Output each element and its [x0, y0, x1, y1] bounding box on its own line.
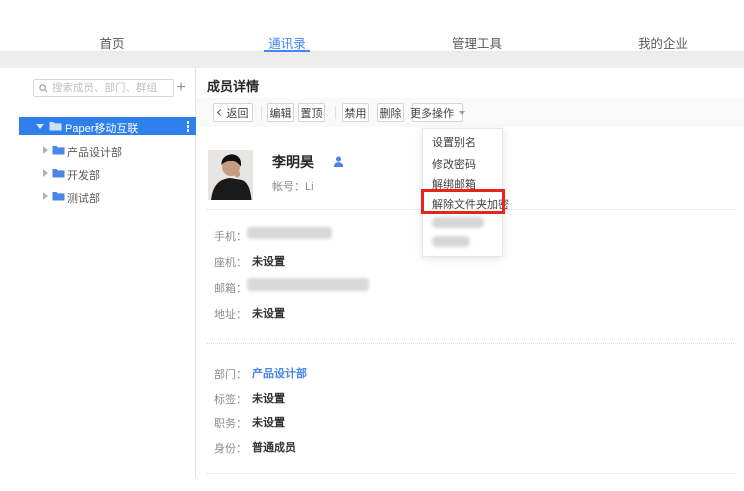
field-label-mobile: 手机： [207, 228, 247, 244]
tab-home[interactable]: 首页 [99, 33, 124, 52]
search-box [33, 79, 174, 97]
disable-button[interactable]: 禁用 [342, 103, 369, 122]
field-label-address: 地址： [207, 306, 247, 322]
edit-button[interactable]: 编辑 [267, 103, 294, 122]
redacted-email-value [247, 278, 369, 291]
more-actions-button[interactable]: 更多操作 [412, 103, 463, 122]
redacted-menu-item[interactable] [432, 217, 484, 228]
top-nav: 首页 通讯录 管理工具 我的企业 [0, 0, 744, 52]
sidebar-item-label: 开发部 [67, 167, 100, 183]
tab-admin-tools[interactable]: 管理工具 [452, 33, 502, 52]
folder-icon [49, 121, 62, 131]
field-label-identity: 身份： [207, 440, 247, 456]
account-line: 帐号：Li [272, 178, 314, 194]
field-value-address: 未设置 [252, 305, 285, 321]
chevron-down-icon [459, 111, 465, 115]
toolbar-divider [335, 106, 336, 119]
redacted-mobile-value [247, 227, 332, 239]
section-divider [207, 473, 736, 474]
field-value-landline: 未设置 [252, 253, 285, 269]
menu-item-set-alias[interactable]: 设置别名 [432, 134, 476, 150]
app-window: 首页 通讯录 管理工具 我的企业 + Paper移动互联 产品设计部 开发部 测… [0, 0, 744, 491]
page-title: 成员详情 [207, 76, 259, 95]
tab-my-enterprise[interactable]: 我的企业 [638, 33, 688, 52]
sidebar-item-root-company[interactable]: Paper移动互联 [19, 117, 196, 135]
chevron-left-icon [216, 109, 223, 116]
section-divider [207, 343, 736, 344]
sidebar-item-label: 测试部 [67, 190, 100, 206]
avatar [208, 150, 253, 200]
field-label-position: 职务： [207, 415, 247, 431]
field-value-identity: 普通成员 [252, 439, 296, 455]
menu-item-change-password[interactable]: 修改密码 [432, 156, 476, 172]
page-background-band [0, 52, 744, 68]
toolbar-divider [261, 106, 262, 119]
chevron-right-icon[interactable] [43, 192, 48, 200]
chevron-down-icon[interactable] [36, 124, 44, 129]
field-label-email: 邮箱： [207, 280, 247, 296]
chevron-right-icon[interactable] [43, 146, 48, 154]
chevron-right-icon[interactable] [43, 169, 48, 177]
member-badge-icon [333, 156, 344, 167]
department-link[interactable]: 产品设计部 [252, 365, 307, 381]
sidebar-item-product-design[interactable]: 产品设计部 [19, 142, 196, 158]
sidebar-item-label: Paper移动互联 [65, 120, 138, 136]
redacted-menu-item[interactable] [432, 236, 470, 247]
sidebar-item-label: 产品设计部 [67, 144, 122, 160]
pin-button[interactable]: 置顶 [298, 103, 325, 122]
account-value: Li [305, 181, 314, 193]
search-icon [39, 84, 48, 93]
field-value-tags: 未设置 [252, 390, 285, 406]
folder-icon [52, 191, 65, 201]
more-dots-icon[interactable] [187, 121, 190, 132]
field-label-landline: 座机： [207, 254, 247, 270]
field-label-tags: 标签： [207, 391, 247, 407]
field-label-department: 部门： [207, 366, 247, 382]
delete-button[interactable]: 删除 [377, 103, 404, 122]
sidebar-item-dev[interactable]: 开发部 [19, 165, 196, 181]
highlight-red-box [421, 189, 505, 214]
search-input[interactable] [52, 80, 172, 96]
folder-icon [52, 145, 65, 155]
sidebar-item-test[interactable]: 测试部 [19, 188, 196, 204]
field-value-position: 未设置 [252, 414, 285, 430]
back-button[interactable]: 返回 [213, 103, 253, 122]
folder-icon [52, 168, 65, 178]
member-name: 李明昊 [272, 152, 314, 172]
add-button[interactable]: + [172, 78, 190, 98]
